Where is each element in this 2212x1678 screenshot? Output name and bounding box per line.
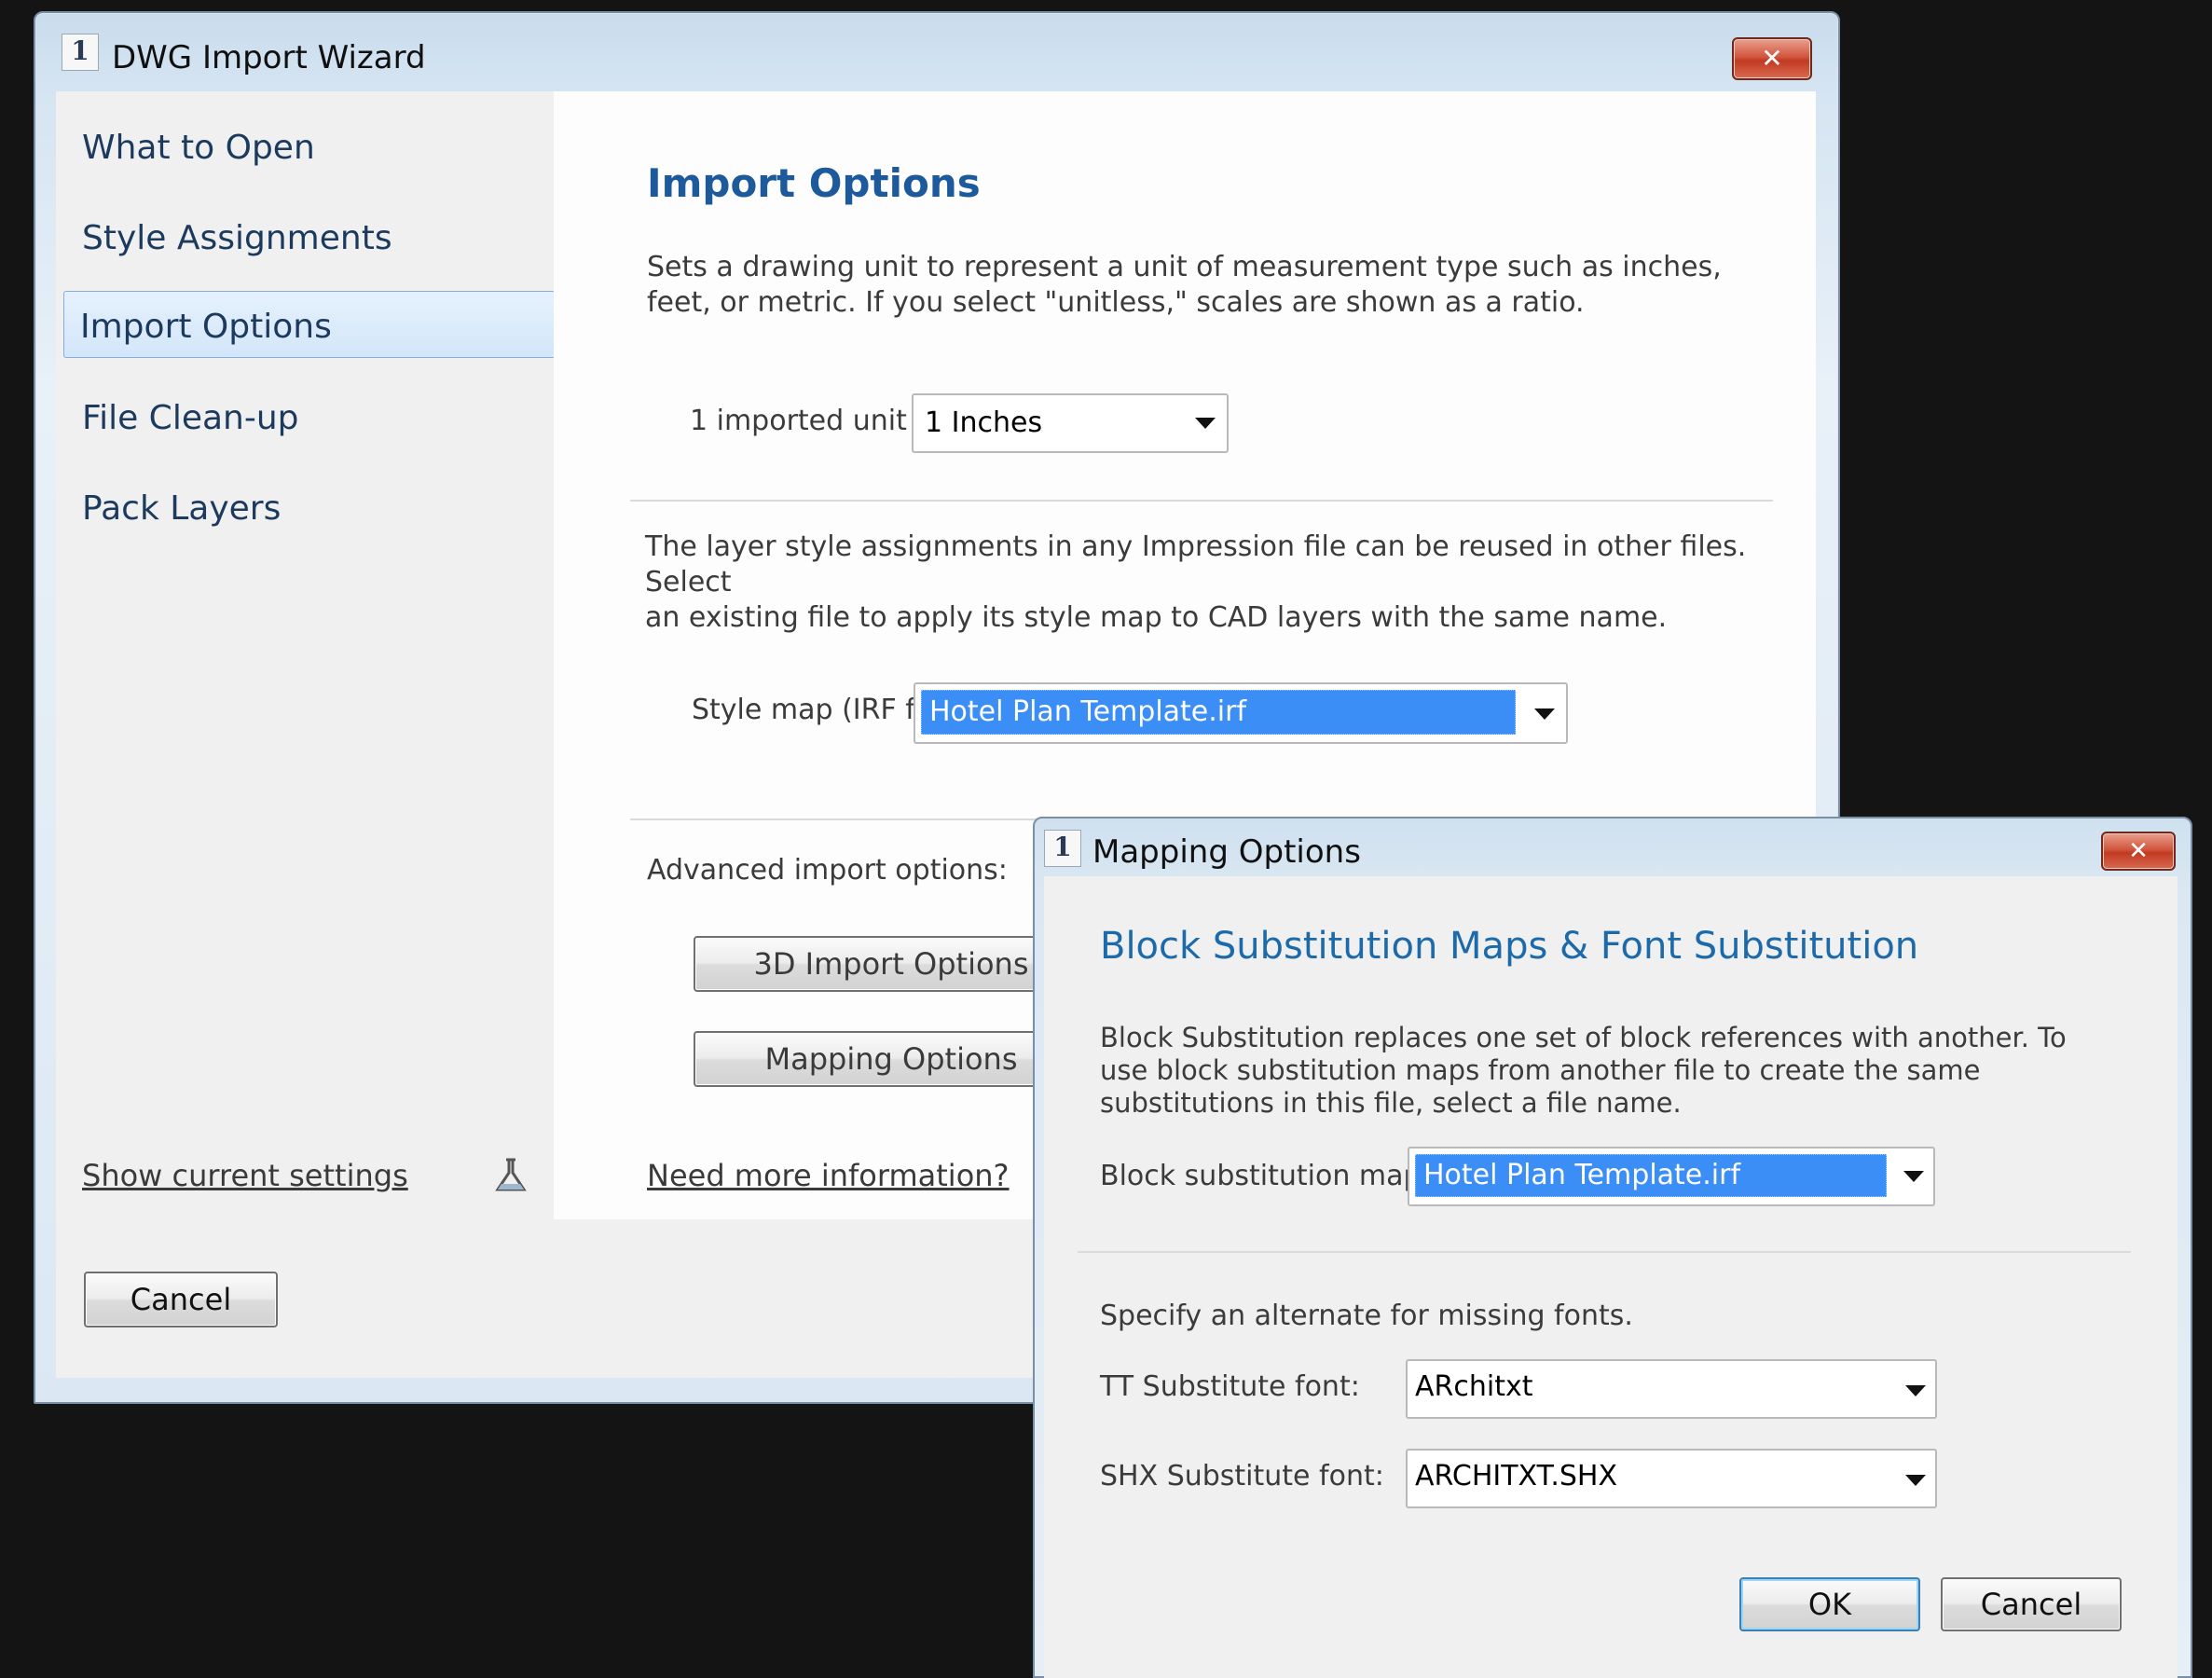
wizard-nav: What to Open Style Assignments Import Op… [56,91,556,1219]
divider [630,500,1773,502]
unit-description-line-1: Sets a drawing unit to represent a unit … [647,251,1722,283]
block-substitution-description-line-2: use block substitution maps from another… [1100,1054,1981,1086]
close-icon: ✕ [2128,837,2149,865]
unit-description-line-2: feet, or metric. If you select "unitless… [647,286,1585,319]
imported-unit-dropdown[interactable]: 1 Inches [912,393,1229,453]
shx-substitute-font-label: SHX Substitute font: [1100,1460,1384,1492]
chevron-down-icon [1905,1475,1926,1486]
tt-substitute-font-dropdown[interactable]: ARchitxt [1406,1359,1937,1419]
style-map-value: Hotel Plan Template.irf [921,690,1516,735]
chevron-down-icon [1903,1171,1924,1182]
style-map-dropdown[interactable]: Hotel Plan Template.irf [914,682,1568,744]
style-map-description-line-1: The layer style assignments in any Impre… [645,530,1747,598]
dialog-title: Mapping Options [1092,833,1361,871]
dialog-close-button[interactable]: ✕ [2101,832,2176,871]
block-substitution-description-line-1: Block Substitution replaces one set of b… [1100,1022,2067,1053]
unit-description: Sets a drawing unit to represent a unit … [647,250,1765,321]
mapping-options-dialog: 1 Mapping Options ✕ Block Substitution M… [1033,817,2192,1678]
imported-unit-label: 1 imported unit = [690,405,940,437]
ok-button[interactable]: OK [1739,1577,1920,1631]
divider [1078,1251,2131,1253]
app-icon: 1 [1044,830,1081,867]
need-more-information-link[interactable]: Need more information? [647,1158,1010,1193]
shx-substitute-font-value: ARCHITXT.SHX [1415,1460,1618,1492]
block-substitution-map-label: Block substitution map: [1100,1160,1431,1192]
fonts-description: Specify an alternate for missing fonts. [1100,1300,1633,1332]
style-map-description: The layer style assignments in any Impre… [645,530,1801,636]
nav-item-pack-layers[interactable]: Pack Layers [82,489,281,528]
block-substitution-description-line-3: substitutions in this file, select a fil… [1100,1087,1682,1119]
nav-item-import-options[interactable]: Import Options [80,308,332,346]
window-title: DWG Import Wizard [112,39,426,76]
dialog-heading: Block Substitution Maps & Font Substitut… [1100,925,1919,968]
close-button[interactable]: ✕ [1732,37,1812,80]
nav-item-what-to-open[interactable]: What to Open [82,129,315,167]
mapping-client-area: Block Substitution Maps & Font Substitut… [1044,876,2178,1678]
settings-flask-icon[interactable] [492,1156,529,1195]
nav-item-style-assignments[interactable]: Style Assignments [82,219,392,257]
page-title: Import Options [647,160,981,206]
advanced-import-label: Advanced import options: [647,854,1008,887]
imported-unit-value: 1 Inches [925,406,1043,439]
chevron-down-icon [1534,708,1555,720]
block-substitution-map-value: Hotel Plan Template.irf [1415,1154,1887,1197]
show-current-settings-link[interactable]: Show current settings [82,1158,408,1193]
cancel-button[interactable]: Cancel [84,1272,278,1327]
app-icon: 1 [62,34,99,71]
block-substitution-description: Block Substitution replaces one set of b… [1100,1022,2144,1120]
3d-import-options-button[interactable]: 3D Import Options [694,936,1089,992]
close-icon: ✕ [1761,43,1783,74]
dialog-cancel-button[interactable]: Cancel [1941,1577,2122,1631]
mapping-options-button[interactable]: Mapping Options [694,1031,1089,1087]
style-map-description-line-2: an existing file to apply its style map … [645,601,1668,634]
block-substitution-map-dropdown[interactable]: Hotel Plan Template.irf [1408,1147,1935,1206]
tt-substitute-font-label: TT Substitute font: [1100,1370,1360,1403]
tt-substitute-font-value: ARchitxt [1415,1370,1533,1403]
nav-item-file-clean-up[interactable]: File Clean-up [82,399,299,437]
chevron-down-icon [1905,1385,1926,1396]
chevron-down-icon [1195,418,1216,429]
shx-substitute-font-dropdown[interactable]: ARCHITXT.SHX [1406,1449,1937,1508]
